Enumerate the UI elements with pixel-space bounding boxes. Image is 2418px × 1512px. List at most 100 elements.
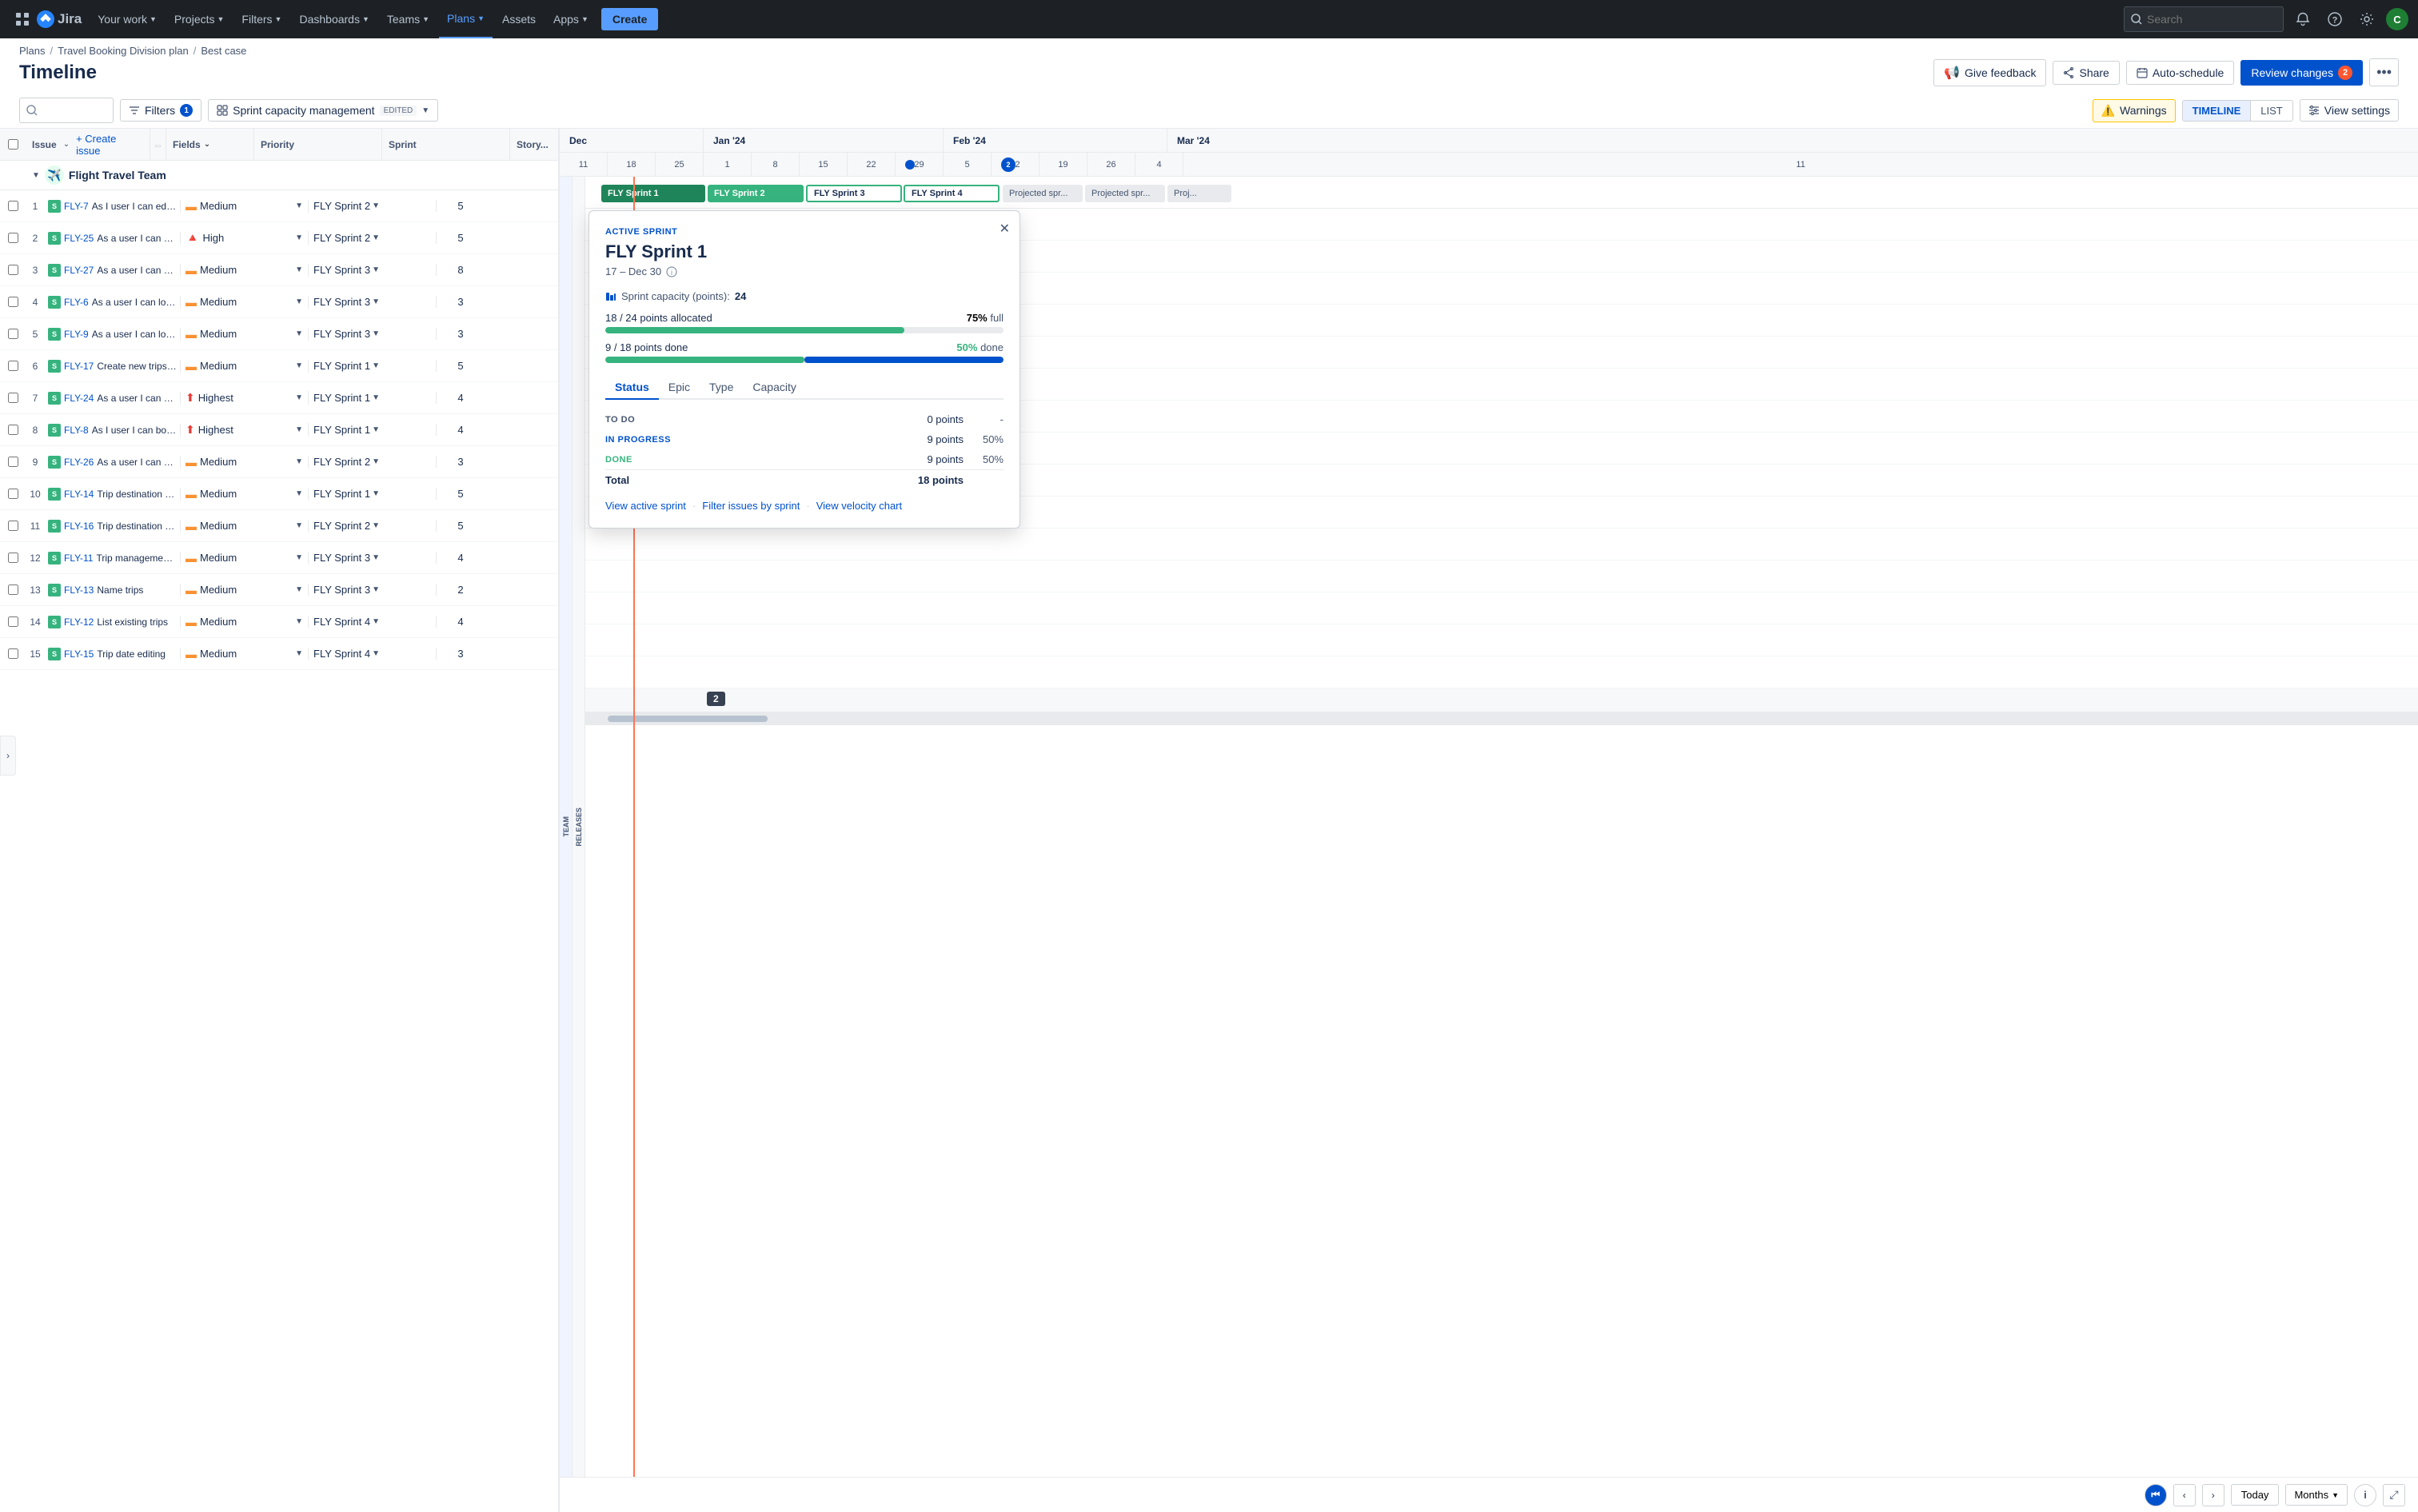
sprint-cell[interactable]: FLY Sprint 2 ▼: [309, 232, 437, 244]
toolbar-search-input[interactable]: [42, 104, 106, 117]
priority-cell[interactable]: ▬ Medium ▼: [181, 616, 309, 628]
view-active-sprint-link[interactable]: View active sprint: [605, 500, 686, 512]
plans-menu[interactable]: Plans ▼: [439, 0, 493, 38]
priority-cell[interactable]: ▬ Medium ▼: [181, 200, 309, 213]
issue-row[interactable]: 3 S FLY-27 As a user I can sav... ▬ Medi…: [0, 254, 558, 286]
issue-row[interactable]: 2 S FLY-25 As a user I can up... 🔺 High …: [0, 222, 558, 254]
priority-cell[interactable]: ▬ Medium ▼: [181, 360, 309, 373]
issue-key[interactable]: FLY-26: [64, 457, 94, 468]
priority-cell[interactable]: ▬ Medium ▼: [181, 328, 309, 341]
projects-menu[interactable]: Projects ▼: [166, 0, 233, 38]
priority-cell[interactable]: ⬆ Highest ▼: [181, 423, 309, 437]
avatar[interactable]: C: [2386, 8, 2408, 30]
your-work-menu[interactable]: Your work ▼: [90, 0, 165, 38]
view-velocity-link[interactable]: View velocity chart: [816, 500, 902, 512]
jira-logo[interactable]: Jira: [37, 10, 82, 28]
nav-next-btn[interactable]: ›: [2202, 1484, 2224, 1506]
sprint-bar-projected-2[interactable]: Projected spr...: [1085, 185, 1165, 202]
sprint-capacity-button[interactable]: Sprint capacity management EDITED ▼: [208, 99, 438, 122]
filters-menu[interactable]: Filters ▼: [233, 0, 289, 38]
review-changes-button[interactable]: Review changes 2: [2240, 60, 2363, 86]
issue-row[interactable]: 1 S FLY-7 As I user I can edit ... ▬ Med…: [0, 190, 558, 222]
sprint-cell[interactable]: FLY Sprint 2 ▼: [309, 456, 437, 468]
issue-checkbox[interactable]: [0, 553, 26, 563]
sprint-bar-4[interactable]: FLY Sprint 4: [904, 185, 1000, 202]
issue-key[interactable]: FLY-24: [64, 393, 94, 404]
expand-btn[interactable]: ⤢: [2383, 1484, 2405, 1506]
issue-key[interactable]: FLY-16: [64, 521, 94, 532]
info-btn[interactable]: i: [2354, 1484, 2376, 1506]
issue-row[interactable]: 11 S FLY-16 Trip destination sel... ▬ Me…: [0, 510, 558, 542]
sprint-cell[interactable]: FLY Sprint 1 ▼: [309, 392, 437, 404]
sprint-cell[interactable]: FLY Sprint 4 ▼: [309, 648, 437, 660]
nav-prev-btn[interactable]: ‹: [2173, 1484, 2196, 1506]
issue-key[interactable]: FLY-13: [64, 584, 94, 596]
issue-row[interactable]: 13 S FLY-13 Name trips ▬ Medium ▼ FLY Sp…: [0, 574, 558, 606]
notifications-icon[interactable]: [2290, 6, 2316, 32]
share-button[interactable]: Share: [2053, 61, 2119, 85]
teams-menu[interactable]: Teams ▼: [379, 0, 437, 38]
priority-cell[interactable]: ▬ Medium ▼: [181, 648, 309, 660]
issue-key[interactable]: FLY-27: [64, 265, 94, 276]
issue-key[interactable]: FLY-7: [64, 201, 89, 212]
issue-checkbox[interactable]: [0, 425, 26, 435]
tab-timeline[interactable]: TIMELINE: [2183, 101, 2252, 121]
priority-cell[interactable]: ⬆ Highest ▼: [181, 391, 309, 405]
sprint-cell[interactable]: FLY Sprint 1 ▼: [309, 424, 437, 436]
sprint-cell[interactable]: FLY Sprint 3 ▼: [309, 552, 437, 564]
sprint-cell[interactable]: FLY Sprint 3 ▼: [309, 584, 437, 596]
sprint-cell[interactable]: FLY Sprint 1 ▼: [309, 360, 437, 372]
milestone-dot-2[interactable]: 2: [1001, 158, 1015, 172]
issue-row[interactable]: 10 S FLY-14 Trip destination sel... ▬ Me…: [0, 478, 558, 510]
select-all-cb[interactable]: [0, 139, 26, 150]
popup-tab-epic[interactable]: Epic: [659, 376, 700, 398]
issue-row[interactable]: 5 S FLY-9 As a user I can log i... ▬ Med…: [0, 318, 558, 350]
issue-checkbox[interactable]: [0, 233, 26, 243]
sprint-bar-2[interactable]: FLY Sprint 2: [708, 185, 804, 202]
issue-row[interactable]: 4 S FLY-6 As a user I can log i... ▬ Med…: [0, 286, 558, 318]
issue-checkbox[interactable]: [0, 489, 26, 499]
create-button[interactable]: Create: [601, 8, 659, 30]
issue-checkbox[interactable]: [0, 297, 26, 307]
sprint-cell[interactable]: FLY Sprint 3 ▼: [309, 296, 437, 308]
team-row[interactable]: ▼ ✈️ Flight Travel Team: [0, 161, 558, 190]
warnings-button[interactable]: ⚠️ Warnings: [2093, 99, 2176, 122]
popup-tab-capacity[interactable]: Capacity: [743, 376, 805, 398]
issue-key[interactable]: FLY-15: [64, 648, 94, 660]
priority-cell[interactable]: ▬ Medium ▼: [181, 488, 309, 501]
breadcrumb-plans[interactable]: Plans: [19, 45, 46, 57]
sprint-bar-1[interactable]: FLY Sprint 1: [601, 185, 705, 202]
issue-key[interactable]: FLY-25: [64, 233, 94, 244]
priority-cell[interactable]: ▬ Medium ▼: [181, 264, 309, 277]
issue-checkbox[interactable]: [0, 265, 26, 275]
issue-checkbox[interactable]: [0, 329, 26, 339]
sprint-cell[interactable]: FLY Sprint 1 ▼: [309, 488, 437, 500]
more-button[interactable]: •••: [2369, 58, 2399, 86]
sprint-cell[interactable]: FLY Sprint 3 ▼: [309, 328, 437, 340]
nav-prev-prev-btn[interactable]: ⏮: [2145, 1484, 2167, 1506]
issue-row[interactable]: 12 S FLY-11 Trip management f... ▬ Mediu…: [0, 542, 558, 574]
grid-icon[interactable]: [10, 6, 35, 32]
sprint-bar-projected-1[interactable]: Projected spr...: [1003, 185, 1083, 202]
sprint-cell[interactable]: FLY Sprint 2 ▼: [309, 520, 437, 532]
breadcrumb-division[interactable]: Travel Booking Division plan: [58, 45, 189, 57]
create-issue-btn[interactable]: + Create issue: [76, 133, 143, 157]
priority-cell[interactable]: ▬ Medium ▼: [181, 552, 309, 565]
priority-cell[interactable]: ▬ Medium ▼: [181, 520, 309, 533]
priority-cell[interactable]: ▬ Medium ▼: [181, 584, 309, 596]
priority-cell[interactable]: 🔺 High ▼: [181, 231, 309, 245]
issue-checkbox[interactable]: [0, 584, 26, 595]
issue-key[interactable]: FLY-12: [64, 616, 94, 628]
issue-key[interactable]: FLY-17: [64, 361, 94, 372]
issue-key[interactable]: FLY-6: [64, 297, 89, 308]
popup-tab-status[interactable]: Status: [605, 376, 659, 400]
apps-menu[interactable]: Apps ▼: [545, 0, 597, 38]
issue-checkbox[interactable]: [0, 393, 26, 403]
issue-row[interactable]: 6 S FLY-17 Create new trips wi... ▬ Medi…: [0, 350, 558, 382]
search-box[interactable]: [2124, 6, 2284, 32]
give-feedback-button[interactable]: 📢 Give feedback: [1933, 59, 2046, 86]
issue-row[interactable]: 14 S FLY-12 List existing trips ▬ Medium…: [0, 606, 558, 638]
sprint-cell[interactable]: FLY Sprint 3 ▼: [309, 264, 437, 276]
issue-checkbox[interactable]: [0, 521, 26, 531]
issue-key[interactable]: FLY-8: [64, 425, 89, 436]
